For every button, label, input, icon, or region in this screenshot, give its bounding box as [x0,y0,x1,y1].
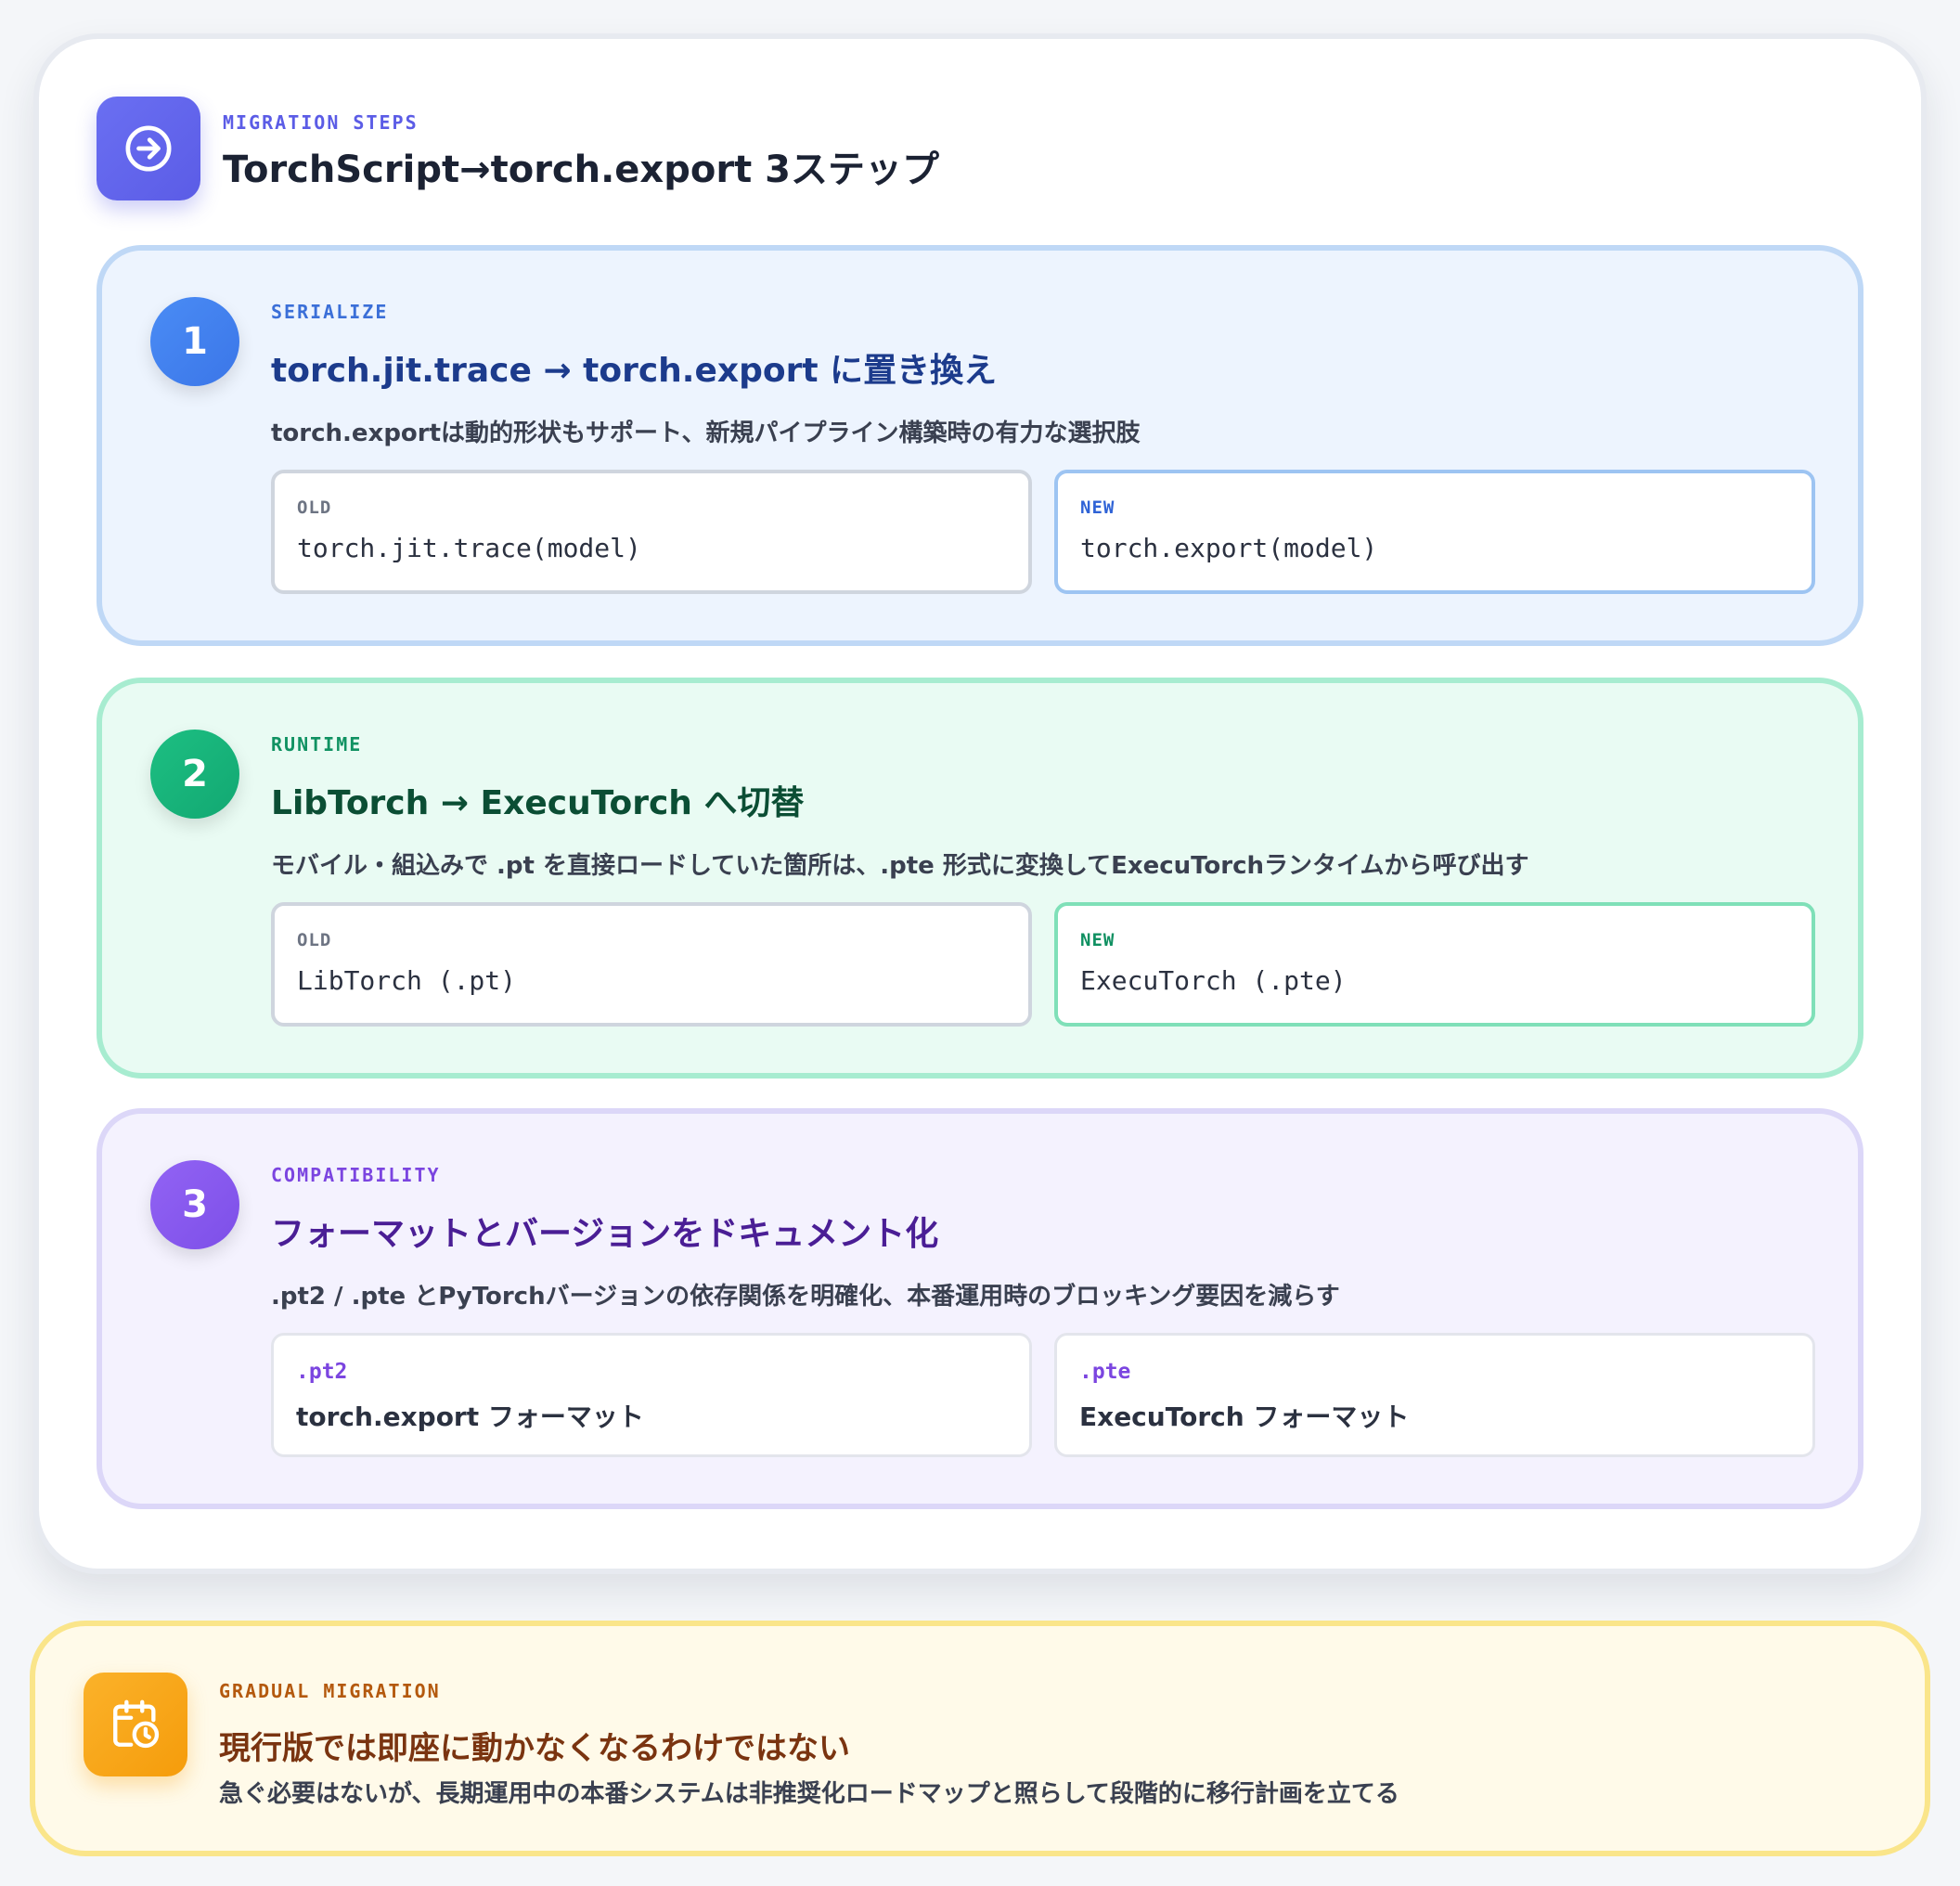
header-eyebrow: MIGRATION STEPS [223,111,419,134]
callout-title: 現行版では即座に動かなくなるわけではない [219,1730,850,1767]
new-label: NEW [1080,930,1115,950]
step-serialize: 1 SERIALIZE torch.jit.trace → torch.expo… [97,245,1863,646]
callout-eyebrow: GRADUAL MIGRATION [219,1680,441,1702]
step-eyebrow: RUNTIME [271,733,363,756]
old-code: torch.jit.trace(model) [297,533,641,563]
step-description: モバイル・組込みで .pt を直接ロードしていた箇所は、.pte 形式に変換して… [271,852,1529,880]
callout-description: 急ぐ必要はないが、長期運用中の本番システムは非推奨化ロードマップと照らして段階的… [219,1780,1399,1808]
gradual-migration-callout: GRADUAL MIGRATION 現行版では即座に動かなくなるわけではない 急… [30,1621,1930,1856]
step-number-badge: 3 [150,1160,239,1249]
step-description: torch.exportは動的形状もサポート、新規パイプライン構築時の有力な選択… [271,420,1141,447]
step-number-badge: 1 [150,297,239,386]
step-eyebrow: SERIALIZE [271,301,389,323]
step-number-badge: 2 [150,730,239,819]
new-code-box: NEW torch.export(model) [1054,470,1815,594]
new-label: NEW [1080,497,1115,518]
pte-description: ExecuTorch フォーマット [1079,1402,1410,1432]
pt2-format-box: .pt2 torch.export フォーマット [271,1333,1032,1457]
old-code-box: OLD LibTorch (.pt) [271,902,1032,1027]
calendar-clock-icon [84,1673,187,1776]
new-code: torch.export(model) [1080,533,1378,563]
new-code-box: NEW ExecuTorch (.pte) [1054,902,1815,1027]
step-title: LibTorch → ExecuTorch へ切替 [271,784,805,822]
old-label: OLD [297,497,332,518]
old-label: OLD [297,930,332,950]
old-code: LibTorch (.pt) [297,965,517,996]
pt2-description: torch.export フォーマット [296,1402,644,1432]
page-title: TorchScript→torch.export 3ステップ [223,149,939,191]
step-runtime: 2 RUNTIME LibTorch → ExecuTorch へ切替 モバイル… [97,678,1863,1079]
step-title: torch.jit.trace → torch.export に置き換え [271,352,998,390]
arrow-right-circle-icon [97,97,200,200]
step-compatibility: 3 COMPATIBILITY フォーマットとバージョンをドキュメント化 .pt… [97,1108,1863,1509]
pte-label: .pte [1079,1360,1131,1384]
pte-format-box: .pte ExecuTorch フォーマット [1054,1333,1815,1457]
new-code: ExecuTorch (.pte) [1080,965,1347,996]
pt2-label: .pt2 [296,1360,348,1384]
step-description: .pt2 / .pte とPyTorchバージョンの依存関係を明確化、本番運用時… [271,1283,1340,1311]
old-code-box: OLD torch.jit.trace(model) [271,470,1032,594]
step-title: フォーマットとバージョンをドキュメント化 [271,1215,939,1253]
step-eyebrow: COMPATIBILITY [271,1164,441,1186]
